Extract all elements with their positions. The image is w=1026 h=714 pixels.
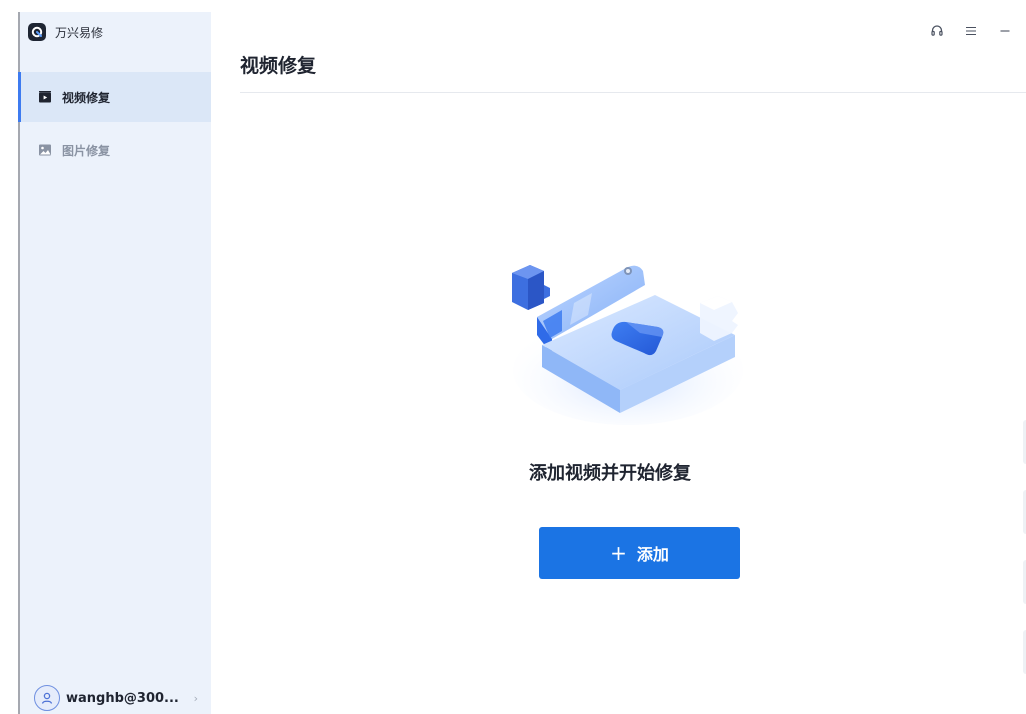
sidebar-item-image-repair[interactable]: 图片修复 bbox=[20, 125, 211, 175]
plus-icon: + bbox=[610, 541, 627, 565]
page-title: 视频修复 bbox=[240, 55, 317, 77]
sidebar-item-video-repair[interactable]: 视频修复 bbox=[18, 72, 211, 122]
app-name: 万兴易修 bbox=[55, 25, 104, 40]
header-divider bbox=[240, 92, 1026, 93]
video-icon bbox=[38, 90, 52, 104]
image-icon bbox=[38, 143, 52, 157]
sidebar-item-label: 图片修复 bbox=[62, 143, 111, 158]
empty-state-title: 添加视频并开始修复 bbox=[529, 463, 691, 484]
add-button[interactable]: + 添加 bbox=[539, 527, 740, 579]
sidebar: 万兴易修 视频修复 图片修复 wanghb@300... › bbox=[18, 12, 211, 714]
menu-icon[interactable] bbox=[962, 22, 980, 40]
sidebar-item-label: 视频修复 bbox=[62, 90, 111, 105]
minimize-icon[interactable] bbox=[996, 22, 1014, 40]
user-icon bbox=[34, 685, 60, 711]
account-name: wanghb@300... bbox=[66, 690, 179, 706]
brand: 万兴易修 bbox=[28, 21, 103, 43]
chevron-right-icon: › bbox=[193, 691, 198, 705]
video-illustration-icon bbox=[500, 255, 750, 425]
app-logo-icon bbox=[28, 23, 46, 41]
headset-icon[interactable] bbox=[928, 22, 946, 40]
add-button-label: 添加 bbox=[636, 545, 669, 564]
account-button[interactable]: wanghb@300... › bbox=[34, 682, 204, 714]
app-window: 万兴易修 视频修复 图片修复 wanghb@300... › 视频修复 添加视频… bbox=[0, 0, 1026, 714]
side-panel-tabs bbox=[1022, 420, 1026, 700]
